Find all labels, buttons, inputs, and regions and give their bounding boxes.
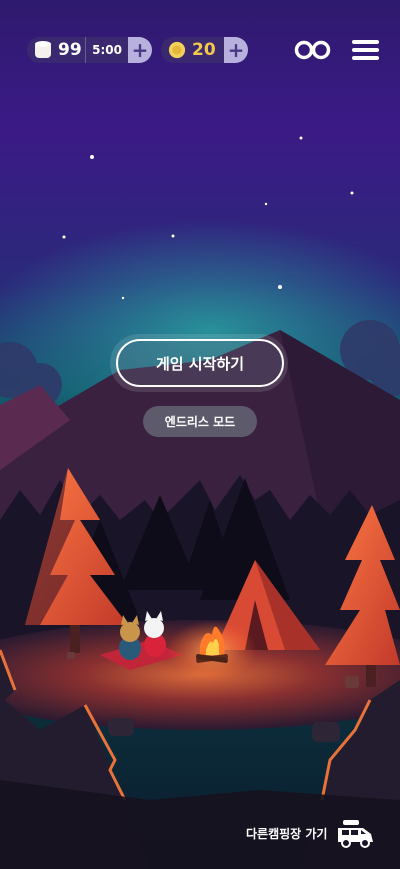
recharge-timer: 5:00 (85, 37, 122, 63)
other-campsite-button[interactable]: 다른캠핑장 가기 (246, 816, 382, 850)
camper-car-icon (338, 820, 374, 848)
marshmallow-count: 99 (58, 40, 82, 60)
other-campsite-label: 다른캠핑장 가기 (246, 826, 328, 841)
start-game-button[interactable]: 게임 시작하기 (116, 339, 284, 387)
marshmallow-icon (34, 41, 52, 59)
hamburger-menu-icon[interactable] (352, 40, 379, 61)
coin-counter: 20 + (161, 37, 248, 63)
coin-count: 20 (192, 40, 216, 60)
infinity-icon[interactable] (294, 39, 332, 61)
coin-icon (168, 41, 186, 59)
marshmallow-counter: 99 5:00 + (27, 37, 152, 63)
endless-mode-button[interactable]: 엔드리스 모드 (143, 406, 257, 437)
